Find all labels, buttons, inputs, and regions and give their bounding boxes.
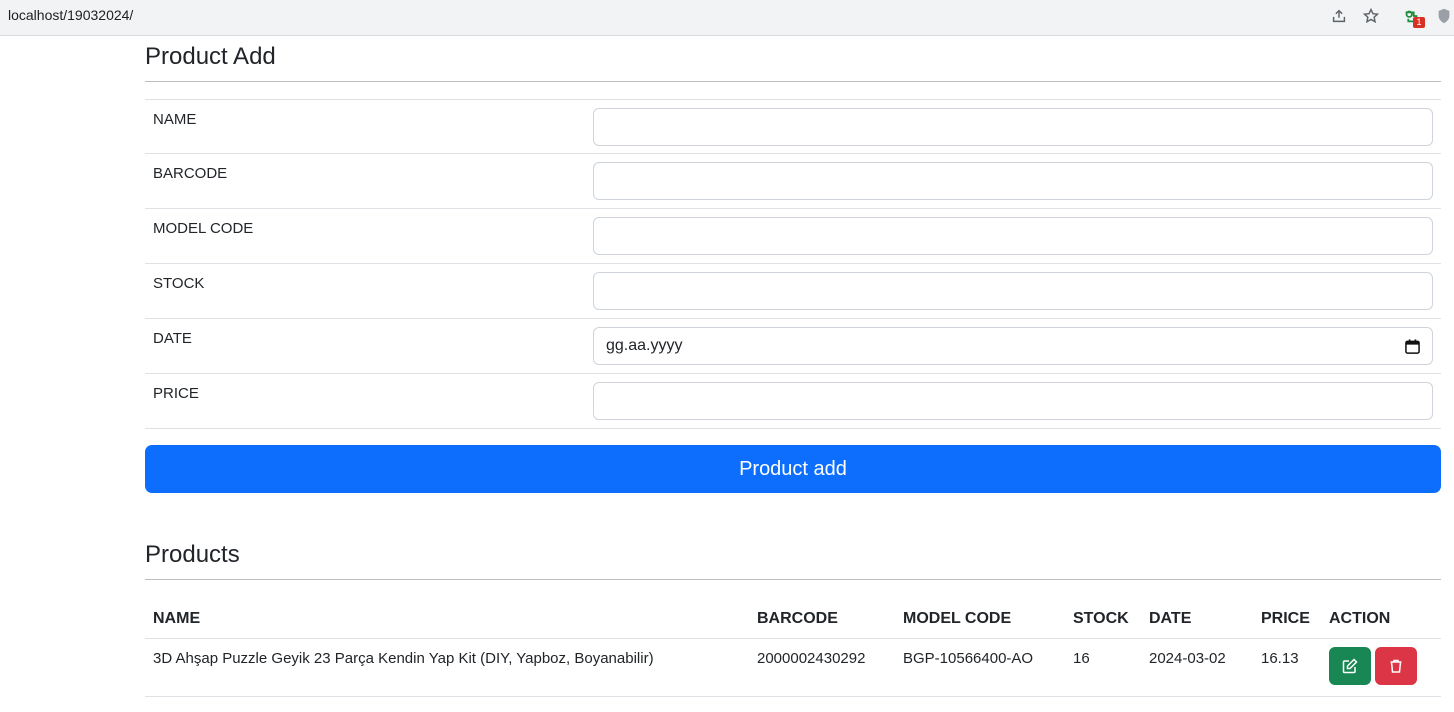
form-row-stock: STOCK xyxy=(145,264,1441,319)
price-label: PRICE xyxy=(153,385,199,402)
edit-button[interactable] xyxy=(1329,646,1371,685)
star-icon[interactable] xyxy=(1361,6,1381,26)
cell-barcode: 2000002430292 xyxy=(749,638,895,697)
column-header-price: PRICE xyxy=(1253,597,1321,639)
products-title-divider xyxy=(145,579,1441,580)
cell-stock: 16 xyxy=(1065,638,1141,697)
cell-name: 3D Ahşap Puzzle Geyik 23 Parça Kendin Ya… xyxy=(145,638,749,697)
delete-button[interactable] xyxy=(1375,646,1417,685)
form-row-model-code: MODEL CODE xyxy=(145,209,1441,264)
cell-price: 16.13 xyxy=(1253,638,1321,697)
stock-label: STOCK xyxy=(153,275,205,292)
form-row-name: NAME xyxy=(145,99,1441,154)
column-header-name: NAME xyxy=(145,597,749,639)
form-title: Product Add xyxy=(145,43,276,70)
barcode-input[interactable] xyxy=(593,162,1433,200)
date-input[interactable]: gg.aa.yyyy xyxy=(593,327,1433,365)
browser-toolbar: localhost/19032024/ 1 xyxy=(0,0,1454,35)
table-header-row: NAME BARCODE MODEL CODE STOCK DATE PRICE… xyxy=(145,597,1441,639)
cell-date: 2024-03-02 xyxy=(1141,638,1253,697)
share-icon[interactable] xyxy=(1329,6,1349,26)
main-container: Product Add NAME BARCODE MODEL CODE STOC… xyxy=(145,36,1441,697)
product-add-button[interactable]: Product add xyxy=(145,445,1441,493)
cell-action xyxy=(1321,638,1441,697)
price-input[interactable] xyxy=(593,382,1433,420)
products-table: NAME BARCODE MODEL CODE STOCK DATE PRICE… xyxy=(145,597,1441,697)
extension-badge: 1 xyxy=(1413,17,1425,28)
date-placeholder: gg.aa.yyyy xyxy=(606,337,683,354)
name-input[interactable] xyxy=(593,108,1433,146)
column-header-model-code: MODEL CODE xyxy=(895,597,1065,639)
column-header-barcode: BARCODE xyxy=(749,597,895,639)
model-code-label: MODEL CODE xyxy=(153,220,254,237)
shield-icon[interactable] xyxy=(1434,6,1454,26)
calendar-icon[interactable] xyxy=(1404,338,1420,354)
product-form: NAME BARCODE MODEL CODE STOCK DATE gg.aa… xyxy=(145,99,1441,429)
form-row-date: DATE gg.aa.yyyy xyxy=(145,319,1441,374)
form-row-barcode: BARCODE xyxy=(145,154,1441,209)
form-title-divider xyxy=(145,81,1441,82)
model-code-input[interactable] xyxy=(593,217,1433,255)
name-label: NAME xyxy=(153,111,197,128)
cell-model-code: BGP-10566400-AO xyxy=(895,638,1065,697)
column-header-date: DATE xyxy=(1141,597,1253,639)
barcode-label: BARCODE xyxy=(153,165,228,182)
stock-input[interactable] xyxy=(593,272,1433,310)
table-row: 3D Ahşap Puzzle Geyik 23 Parça Kendin Ya… xyxy=(145,638,1441,697)
url-text[interactable]: localhost/19032024/ xyxy=(8,7,133,23)
date-label: DATE xyxy=(153,330,192,347)
trash-icon xyxy=(1390,659,1402,673)
address-bar[interactable]: localhost/19032024/ xyxy=(0,0,1390,32)
column-header-stock: STOCK xyxy=(1065,597,1141,639)
products-title: Products xyxy=(145,541,240,568)
edit-icon xyxy=(1342,657,1358,673)
form-row-price: PRICE xyxy=(145,374,1441,429)
column-header-action: ACTION xyxy=(1321,597,1441,639)
